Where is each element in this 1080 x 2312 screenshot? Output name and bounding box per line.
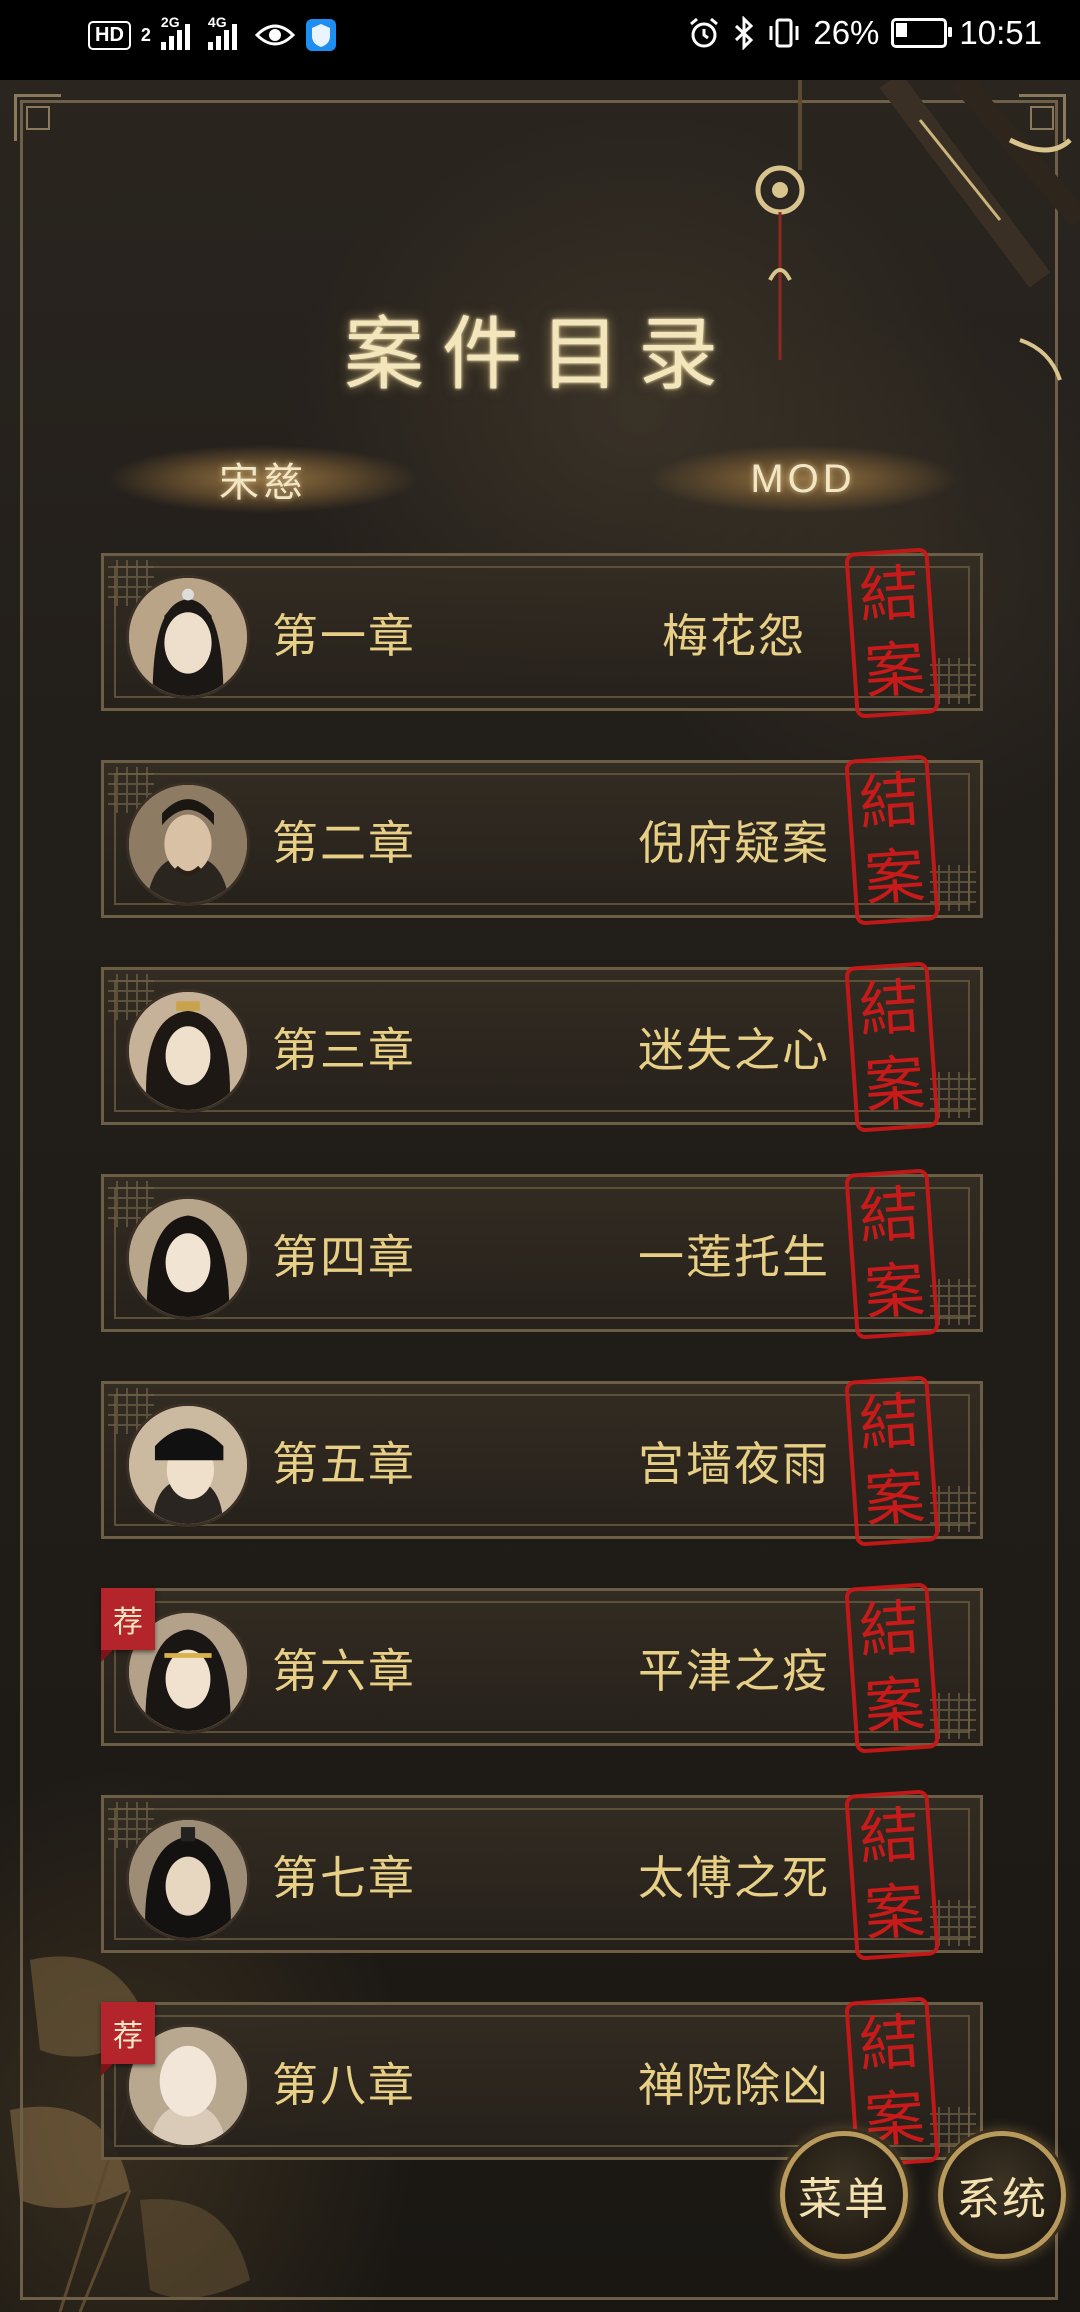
network-type-label: 4G bbox=[207, 14, 227, 30]
chapter-number: 第八章 bbox=[272, 2058, 416, 2112]
recommended-tag: 荐 bbox=[101, 2002, 155, 2076]
battery-icon bbox=[891, 18, 953, 48]
recommended-tag: 荐 bbox=[101, 1588, 155, 1662]
eye-icon bbox=[254, 24, 295, 46]
chapter-card-1[interactable]: 第一章 梅花怨 結案 bbox=[101, 547, 983, 719]
chapter-number: 第七章 bbox=[272, 1851, 416, 1905]
signal-icon: 4G bbox=[207, 14, 237, 50]
case-closed-seal: 結案 bbox=[844, 961, 940, 1133]
chapter-number: 第四章 bbox=[272, 1230, 416, 1284]
case-closed-seal: 結案 bbox=[844, 1789, 940, 1961]
chapter-card-2[interactable]: 第二章 倪府疑案 結案 bbox=[101, 754, 983, 926]
alarm-icon bbox=[690, 17, 719, 48]
character-avatar bbox=[126, 989, 250, 1113]
case-closed-seal: 結案 bbox=[844, 1168, 940, 1340]
chapter-number: 第六章 bbox=[272, 1644, 416, 1698]
chapter-number: 第二章 bbox=[272, 816, 416, 870]
status-bar: HD 2 2G 4G 26% 10:51 bbox=[0, 0, 1080, 80]
sim-number: 2 bbox=[140, 24, 151, 45]
case-closed-seal: 結案 bbox=[844, 754, 940, 926]
character-avatar bbox=[126, 1817, 250, 1941]
chapter-card-5[interactable]: 第五章 宫墙夜雨 結案 bbox=[101, 1375, 983, 1547]
menu-button[interactable]: 菜单 bbox=[780, 2131, 908, 2259]
tab-mod[interactable]: MOD bbox=[648, 440, 958, 518]
chapter-card-4[interactable]: 第四章 一莲托生 結案 bbox=[101, 1168, 983, 1340]
vibrate-icon bbox=[769, 18, 799, 48]
character-avatar bbox=[126, 575, 250, 699]
character-avatar bbox=[126, 1403, 250, 1527]
clock: 10:51 bbox=[959, 14, 1042, 51]
chapter-card-7[interactable]: 第七章 太傅之死 結案 bbox=[101, 1789, 983, 1961]
chapter-number: 第三章 bbox=[272, 1023, 416, 1077]
battery-percent: 26% bbox=[813, 14, 880, 51]
chapter-number: 第五章 bbox=[272, 1437, 416, 1491]
network-type-label: 2G bbox=[160, 14, 180, 30]
chapter-card-3[interactable]: 第三章 迷失之心 結案 bbox=[101, 961, 983, 1133]
case-closed-seal: 結案 bbox=[844, 547, 940, 719]
signal-icon: 2G bbox=[160, 14, 190, 50]
status-right: 26% 10:51 bbox=[687, 14, 1042, 52]
shield-icon bbox=[305, 19, 336, 51]
hd-icon: HD bbox=[88, 20, 131, 50]
case-closed-seal: 結案 bbox=[844, 1582, 940, 1754]
character-avatar bbox=[126, 782, 250, 906]
bluetooth-icon bbox=[735, 16, 754, 50]
status-left: HD 2 2G 4G bbox=[88, 14, 337, 52]
chapter-number: 第一章 bbox=[272, 609, 416, 663]
system-button[interactable]: 系统 bbox=[938, 2131, 1066, 2259]
case-closed-seal: 結案 bbox=[844, 1375, 940, 1547]
frame-corner bbox=[26, 106, 50, 130]
chapter-card-6[interactable]: 荐 第六章 平津之疫 結案 bbox=[101, 1582, 983, 1754]
character-avatar bbox=[126, 1196, 250, 1320]
page-title: 案件目录 bbox=[344, 308, 736, 401]
tab-songci[interactable]: 宋慈 bbox=[108, 440, 418, 518]
